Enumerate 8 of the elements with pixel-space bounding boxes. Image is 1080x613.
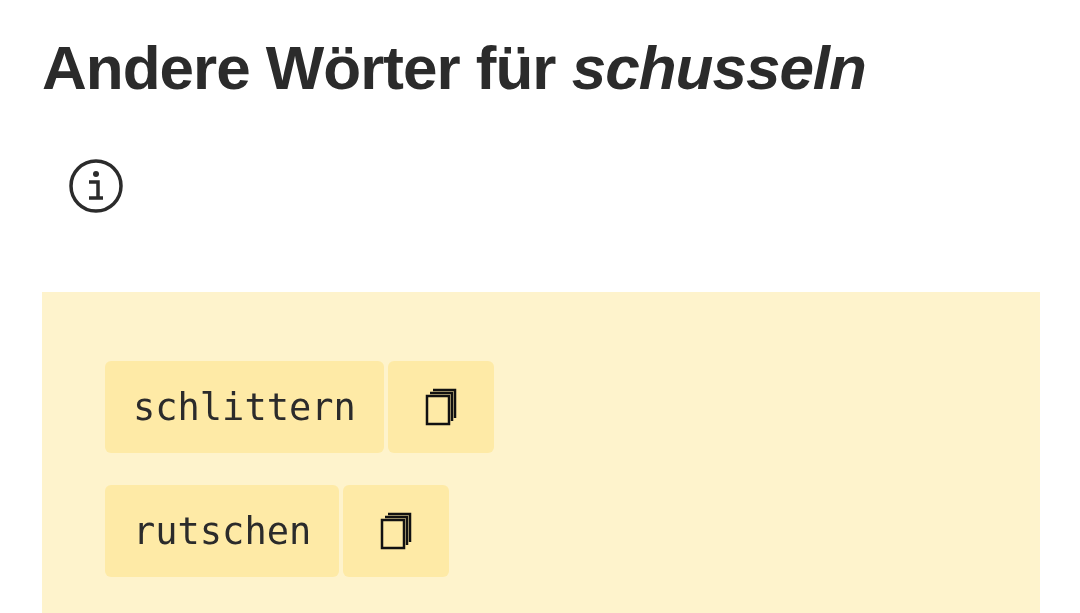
copy-button[interactable] bbox=[387, 361, 494, 453]
info-icon[interactable] bbox=[68, 158, 124, 214]
synonym-chip[interactable]: schlittern bbox=[105, 361, 384, 453]
synonym-chip[interactable]: rutschen bbox=[105, 485, 340, 577]
copy-icon bbox=[424, 388, 457, 426]
copy-icon bbox=[380, 512, 413, 550]
copy-button[interactable] bbox=[343, 485, 450, 577]
page-heading: Andere Wörter für schusseln bbox=[42, 32, 867, 104]
